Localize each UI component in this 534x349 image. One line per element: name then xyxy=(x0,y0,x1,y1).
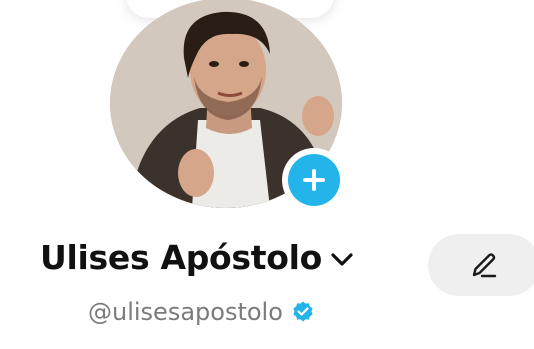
add-story-circle xyxy=(288,154,340,206)
verified-badge-icon xyxy=(291,300,315,324)
handle-row: @ulisesapostolo xyxy=(88,292,315,332)
plus-icon xyxy=(303,169,325,191)
display-name-row[interactable]: Ulises Apóstolo xyxy=(40,232,354,282)
pencil-icon xyxy=(468,249,500,281)
chevron-down-icon[interactable] xyxy=(330,252,354,268)
avatar-container[interactable] xyxy=(110,0,346,212)
username-handle: @ulisesapostolo xyxy=(88,298,283,326)
add-story-button[interactable] xyxy=(282,148,346,212)
edit-profile-button[interactable] xyxy=(428,234,534,296)
display-name: Ulises Apóstolo xyxy=(40,237,322,277)
